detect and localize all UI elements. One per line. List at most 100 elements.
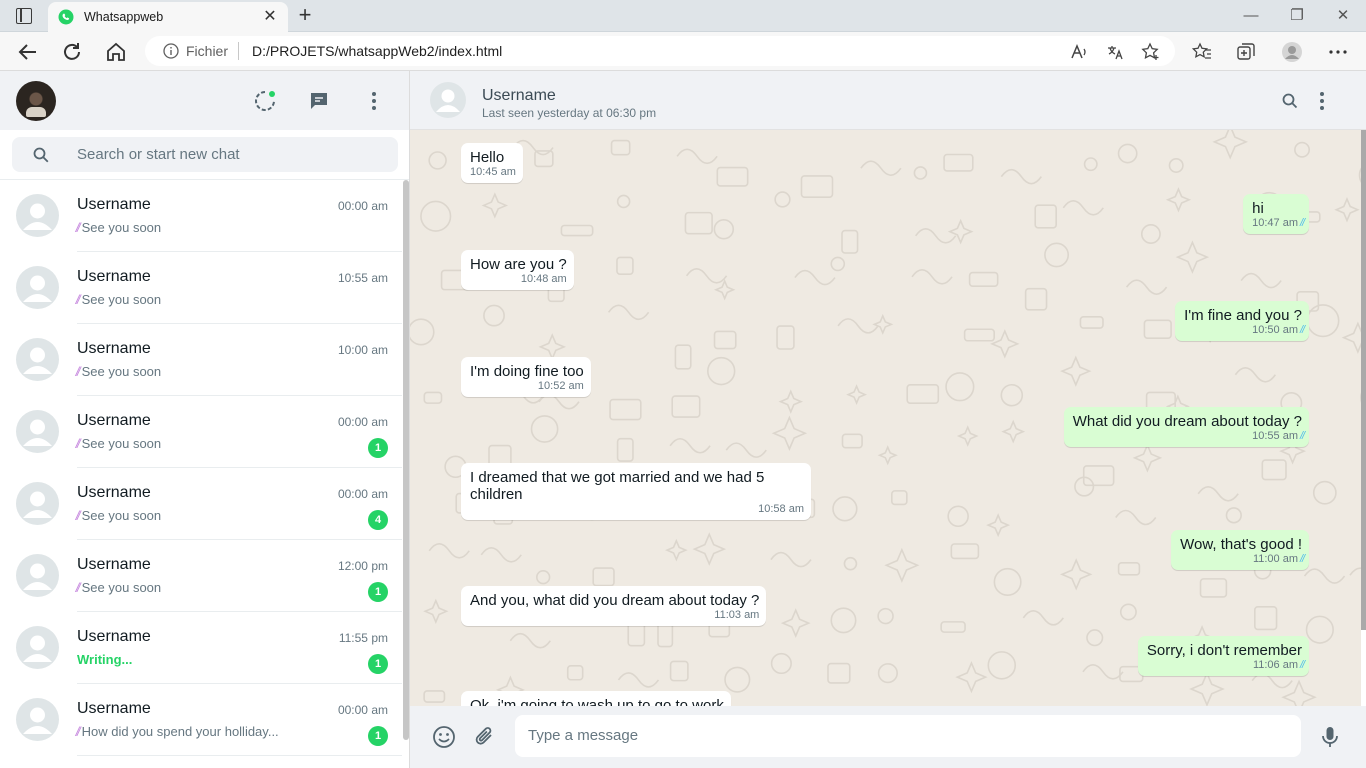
doodle-shape [940, 621, 966, 633]
incoming-message[interactable]: How are you ? 10:48 am [461, 250, 574, 290]
status-icon[interactable] [253, 89, 277, 113]
doodle-shape [1082, 465, 1115, 487]
chat-preview-text: How did you spend your holliday... [81, 724, 279, 739]
new-chat-icon[interactable] [307, 89, 331, 113]
doodle-shape [1060, 355, 1092, 387]
translate-icon[interactable] [1105, 42, 1125, 62]
contact-name[interactable]: Username [482, 87, 556, 105]
contact-avatar[interactable] [430, 82, 466, 118]
doodle-shape [837, 318, 879, 334]
doodle-shape [993, 567, 1022, 596]
message-time: 10:45 am [470, 166, 516, 178]
outgoing-message[interactable]: Sorry, i don't remember11:06 am// [1137, 636, 1309, 676]
refresh-icon[interactable] [60, 40, 84, 64]
doodle-shape [884, 547, 920, 583]
doodle-shape [945, 372, 975, 402]
collections-icon[interactable] [1235, 41, 1257, 63]
incoming-message[interactable]: And you, what did you dream about today … [461, 586, 767, 626]
outgoing-message[interactable]: I'm fine and you ?10:50 am// [1175, 301, 1309, 341]
message-meta: 11:06 am// [1147, 659, 1307, 672]
chat-list-item[interactable]: Username 10:55 am // See you soon [0, 252, 402, 324]
chat-divider [77, 755, 402, 756]
doodle-shape [1140, 224, 1161, 244]
url-field[interactable]: Fichier D:/PROJETS/whatsappWeb2/index.ht… [145, 36, 1175, 66]
doodle-shape [684, 211, 713, 235]
emoji-icon[interactable] [431, 724, 457, 750]
chat-preview-text: Writing... [77, 652, 133, 667]
search-area: Search or start new chat [0, 130, 409, 180]
doodle-shape [963, 328, 995, 342]
outgoing-message[interactable]: Wow, that's good !11:00 am// [1171, 530, 1309, 570]
doodle-shape [990, 329, 1020, 359]
outgoing-message[interactable]: What did you dream about today ? 10:55 am… [1063, 407, 1309, 447]
message-meta: 10:47 am// [1252, 217, 1307, 230]
doodle-shape [410, 318, 435, 346]
doodle-shape [830, 607, 857, 634]
profile-icon[interactable] [1281, 41, 1303, 63]
chat-list-item[interactable]: Username 10:00 am // See you soon [0, 324, 402, 396]
url-text[interactable]: D:/PROJETS/whatsappWeb2/index.html [252, 43, 502, 59]
incoming-message[interactable]: I'm doing fine too 10:52 am [461, 357, 591, 397]
search-input[interactable]: Search or start new chat [12, 137, 398, 172]
doodle-shape [943, 153, 974, 172]
conversation-menu-icon[interactable] [1310, 89, 1334, 113]
doodle-shape [481, 192, 509, 219]
attach-icon[interactable] [472, 724, 498, 750]
doodle-shape [1303, 568, 1346, 584]
my-avatar[interactable] [16, 81, 56, 121]
restore-icon[interactable]: ❐ [1286, 6, 1308, 26]
chat-list-item[interactable]: Username 00:00 am // See you soon 1 [0, 396, 402, 468]
close-window-icon[interactable]: ✕ [1332, 6, 1354, 26]
search-messages-icon[interactable] [1278, 89, 1302, 113]
doodle-shape [877, 607, 894, 625]
doodle-shape [911, 269, 953, 285]
doodle-shape [657, 622, 674, 648]
tab-actions-icon[interactable] [16, 8, 32, 24]
incoming-message[interactable]: I dreamed that we got married and we had… [461, 463, 811, 520]
chat-list-item[interactable]: Username 12:00 pm // See you soon 1 [0, 540, 402, 612]
message-text: I'm doing fine too [470, 363, 584, 380]
microphone-icon[interactable] [1317, 724, 1343, 750]
doodle-shape [1306, 304, 1340, 338]
chat-preview: // See you soon [77, 508, 161, 523]
home-icon[interactable] [104, 40, 128, 64]
chat-avatar [16, 194, 59, 237]
messages-scrollbar[interactable] [1361, 130, 1366, 630]
browser-tab[interactable]: Whatsappweb ✕ [48, 2, 288, 32]
doodle-shape [428, 151, 447, 170]
doodle-shape [774, 191, 791, 208]
doodle-shape [1212, 130, 1249, 160]
chat-time: 00:00 am [337, 487, 388, 501]
message-time: 10:47 am [1252, 217, 1298, 229]
doodle-shape [1334, 197, 1360, 223]
add-favorite-icon[interactable] [1141, 42, 1161, 62]
read-aloud-icon[interactable] [1069, 42, 1089, 62]
doodle-shape [1079, 315, 1104, 329]
doodle-shape [428, 543, 470, 559]
outgoing-message[interactable]: hi10:47 am// [1243, 194, 1309, 234]
chat-list-scrollbar[interactable] [403, 180, 409, 740]
message-input[interactable]: Type a message [515, 715, 1301, 757]
incoming-message[interactable]: Ok, i'm going to wash up to go to work [461, 691, 731, 706]
back-icon[interactable] [16, 40, 40, 64]
chat-list-item[interactable]: Username 00:00 am // How did you spend you… [0, 684, 402, 756]
doodle-shape [891, 490, 908, 506]
new-tab-button[interactable]: + [294, 4, 316, 27]
doodle-shape [1197, 485, 1239, 502]
chat-list-item[interactable]: Username 00:00 am // See you soon [0, 180, 402, 252]
doodle-shape [794, 269, 836, 286]
doodle-shape [1022, 610, 1064, 626]
info-icon[interactable] [163, 43, 179, 59]
chat-name: Username [77, 268, 151, 285]
minimize-icon[interactable]: — [1240, 6, 1262, 26]
chat-list-item[interactable]: Username 00:00 am // See you soon 4 [0, 468, 402, 540]
chat-list-item[interactable]: Username 11:55 pm Writing... 1 [0, 612, 402, 684]
menu-icon[interactable] [362, 89, 386, 113]
close-tab-icon[interactable]: ✕ [260, 7, 280, 27]
message-time: 11:06 am [1252, 659, 1298, 671]
incoming-message[interactable]: Hello 10:45 am [461, 143, 523, 183]
doodle-shape [776, 325, 795, 350]
chat-time: 00:00 am [337, 199, 388, 213]
more-options-icon[interactable] [1327, 41, 1349, 63]
favorites-icon[interactable] [1191, 41, 1213, 63]
